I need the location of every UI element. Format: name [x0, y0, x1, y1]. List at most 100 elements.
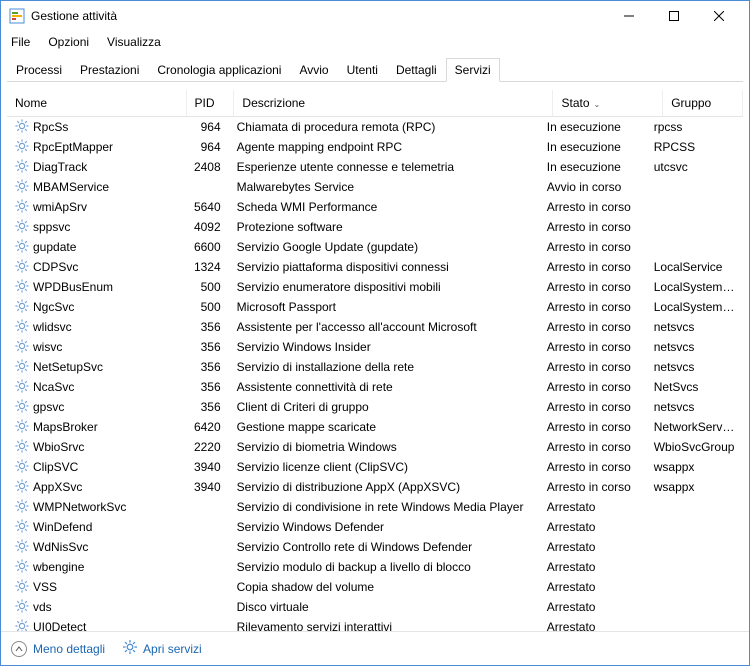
gear-icon: [15, 559, 29, 576]
table-row[interactable]: wisvc356Servizio Windows InsiderArresto …: [7, 337, 743, 357]
service-name: AppXSvc: [33, 480, 82, 494]
service-name: wisvc: [33, 340, 62, 354]
service-name: VSS: [33, 580, 57, 594]
service-group: RPCSS: [646, 140, 743, 154]
gear-icon: [15, 299, 29, 316]
gear-icon: [15, 359, 29, 376]
service-desc: Assistente per l'accesso all'account Mic…: [229, 320, 539, 334]
service-name: WdNisSvc: [33, 540, 88, 554]
gear-icon: [15, 139, 29, 156]
tab-dettagli[interactable]: Dettagli: [387, 58, 446, 82]
minimize-button[interactable]: [606, 1, 651, 31]
service-status: Arresto in corso: [539, 200, 646, 214]
table-row[interactable]: vdsDisco virtualeArrestato: [7, 597, 743, 617]
service-name: gpsvc: [33, 400, 64, 414]
service-status: Arrestato: [539, 620, 646, 631]
tab-processi[interactable]: Processi: [7, 58, 71, 82]
service-status: In esecuzione: [539, 120, 646, 134]
table-row[interactable]: WbioSrvc2220Servizio di biometria Window…: [7, 437, 743, 457]
table-row[interactable]: WMPNetworkSvcServizio di condivisione in…: [7, 497, 743, 517]
service-status: Arrestato: [539, 580, 646, 594]
service-pid: 4092: [182, 220, 229, 234]
gear-icon: [15, 119, 29, 136]
tab-bar: Processi Prestazioni Cronologia applicaz…: [7, 57, 743, 82]
tab-utenti[interactable]: Utenti: [338, 58, 387, 82]
open-services-link[interactable]: Apri servizi: [123, 640, 202, 657]
table-row[interactable]: NgcSvc500Microsoft PassportArresto in co…: [7, 297, 743, 317]
table-row[interactable]: wlidsvc356Assistente per l'accesso all'a…: [7, 317, 743, 337]
service-pid: 356: [182, 320, 229, 334]
service-pid: 6600: [182, 240, 229, 254]
service-desc: Disco virtuale: [229, 600, 539, 614]
service-desc: Agente mapping endpoint RPC: [229, 140, 539, 154]
table-row[interactable]: WPDBusEnum500Servizio enumeratore dispos…: [7, 277, 743, 297]
column-headers: Nome PID Descrizione Stato⌄ Gruppo: [7, 90, 743, 117]
header-stato[interactable]: Stato⌄: [553, 90, 663, 116]
table-row[interactable]: ClipSVC3940Servizio licenze client (Clip…: [7, 457, 743, 477]
table-row[interactable]: AppXSvc3940Servizio di distribuzione App…: [7, 477, 743, 497]
service-name: vds: [33, 600, 52, 614]
table-row[interactable]: RpcEptMapper964Agente mapping endpoint R…: [7, 137, 743, 157]
gear-icon: [15, 439, 29, 456]
service-name: RpcEptMapper: [33, 140, 113, 154]
service-group: WbioSvcGroup: [646, 440, 743, 454]
gear-icon: [15, 259, 29, 276]
table-row[interactable]: gupdate6600Servizio Google Update (gupda…: [7, 237, 743, 257]
service-status: Arresto in corso: [539, 460, 646, 474]
service-name: WinDefend: [33, 520, 92, 534]
service-status: In esecuzione: [539, 160, 646, 174]
header-descrizione[interactable]: Descrizione: [234, 90, 553, 116]
table-row[interactable]: UI0DetectRilevamento servizi interattivi…: [7, 617, 743, 631]
table-row[interactable]: RpcSs964Chiamata di procedura remota (RP…: [7, 117, 743, 137]
service-group: LocalSystemN...: [646, 300, 743, 314]
service-pid: 1324: [182, 260, 229, 274]
tab-prestazioni[interactable]: Prestazioni: [71, 58, 148, 82]
gear-icon: [15, 599, 29, 616]
service-pid: 356: [182, 380, 229, 394]
service-desc: Servizio di installazione della rete: [229, 360, 539, 374]
tab-cronologia[interactable]: Cronologia applicazioni: [148, 58, 290, 82]
maximize-button[interactable]: [651, 1, 696, 31]
service-status: Arresto in corso: [539, 380, 646, 394]
gear-icon: [15, 159, 29, 176]
table-row[interactable]: sppsvc4092Protezione softwareArresto in …: [7, 217, 743, 237]
gear-icon: [15, 279, 29, 296]
close-button[interactable]: [696, 1, 741, 31]
table-row[interactable]: MBAMServiceMalwarebytes ServiceAvvio in …: [7, 177, 743, 197]
tab-servizi[interactable]: Servizi: [446, 58, 500, 82]
table-row[interactable]: WdNisSvcServizio Controllo rete di Windo…: [7, 537, 743, 557]
table-row[interactable]: wmiApSrv5640Scheda WMI PerformanceArrest…: [7, 197, 743, 217]
fewer-details-link[interactable]: Meno dettagli: [11, 641, 105, 657]
gear-icon: [15, 339, 29, 356]
service-pid: 356: [182, 400, 229, 414]
table-row[interactable]: NcaSvc356Assistente connettività di rete…: [7, 377, 743, 397]
gear-icon: [15, 319, 29, 336]
services-list[interactable]: RpcSs964Chiamata di procedura remota (RP…: [7, 117, 743, 631]
table-row[interactable]: WinDefendServizio Windows DefenderArrest…: [7, 517, 743, 537]
service-desc: Servizio di distribuzione AppX (AppXSVC): [229, 480, 539, 494]
gear-icon: [15, 419, 29, 436]
table-row[interactable]: DiagTrack2408Esperienze utente connesse …: [7, 157, 743, 177]
table-row[interactable]: VSSCopia shadow del volumeArrestato: [7, 577, 743, 597]
gear-icon: [15, 619, 29, 632]
menu-opzioni[interactable]: Opzioni: [44, 33, 93, 51]
table-row[interactable]: CDPSvc1324Servizio piattaforma dispositi…: [7, 257, 743, 277]
tab-avvio[interactable]: Avvio: [290, 58, 337, 82]
service-name: WMPNetworkSvc: [33, 500, 126, 514]
service-name: NcaSvc: [33, 380, 74, 394]
table-row[interactable]: NetSetupSvc356Servizio di installazione …: [7, 357, 743, 377]
header-pid[interactable]: PID: [187, 90, 235, 116]
menu-file[interactable]: File: [7, 33, 34, 51]
gear-icon: [15, 579, 29, 596]
header-gruppo[interactable]: Gruppo: [663, 90, 743, 116]
service-group: LocalService: [646, 260, 743, 274]
gear-icon: [123, 640, 137, 657]
table-row[interactable]: MapsBroker6420Gestione mappe scaricateAr…: [7, 417, 743, 437]
header-nome[interactable]: Nome: [7, 90, 187, 116]
chevron-up-icon: [11, 641, 27, 657]
table-row[interactable]: gpsvc356Client di Criteri di gruppoArres…: [7, 397, 743, 417]
service-status: Arresto in corso: [539, 300, 646, 314]
service-group: NetworkService: [646, 420, 743, 434]
table-row[interactable]: wbengineServizio modulo di backup a live…: [7, 557, 743, 577]
menu-visualizza[interactable]: Visualizza: [103, 33, 165, 51]
